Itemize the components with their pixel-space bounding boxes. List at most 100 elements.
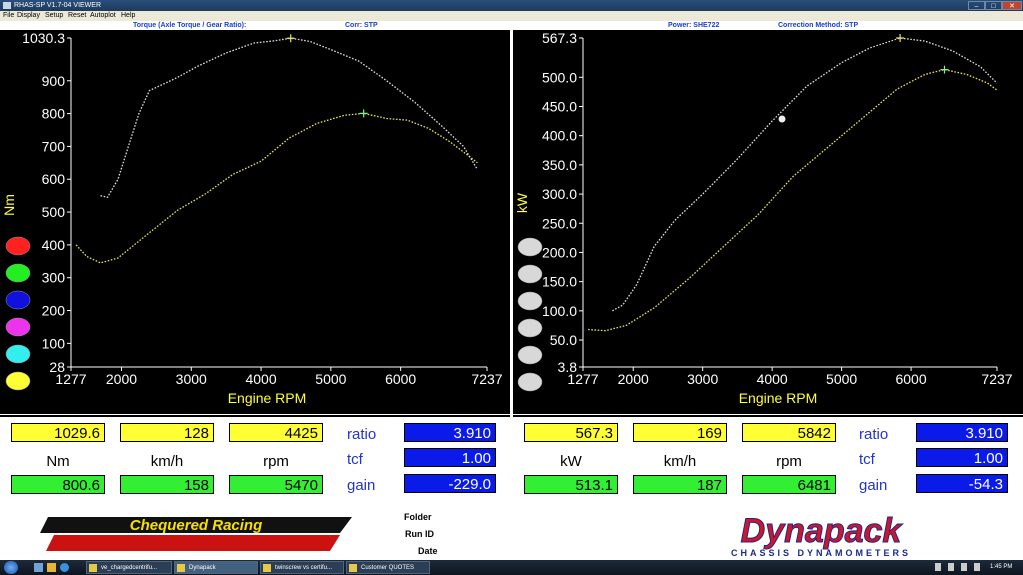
window-title: RHAS-SP V1.7-04 VIEWER (14, 2, 102, 9)
torque-chart[interactable]: 1030.3900800700600500400300200100281277 2… (0, 30, 510, 414)
legend-swatch-4 (5, 344, 31, 364)
right-rpm-label: rpm (776, 453, 802, 470)
logo-left-text: Chequered Racing (130, 517, 263, 534)
maximize-button[interactable]: □ (985, 1, 1002, 10)
right-speed-label: km/h (663, 453, 697, 470)
y-tick-label: 100.0 (542, 303, 577, 319)
right-ratio-label: ratio (859, 426, 889, 443)
explorer-icon[interactable] (47, 563, 56, 572)
y-tick-label: 567.3 (542, 30, 577, 46)
y-tick-label: 500.0 (542, 69, 577, 85)
task-item-label: twinscrew vs certifu... (275, 565, 333, 571)
minimize-button[interactable]: – (968, 1, 985, 10)
tray-icon[interactable] (948, 563, 954, 571)
menu-help[interactable]: Help (121, 11, 135, 21)
left-yellow-speed: 128 (120, 423, 214, 442)
left-green-rpm: 5470 (229, 475, 323, 494)
x-tick-label: 3000 (687, 371, 718, 387)
y-tick-label: 600 (42, 171, 66, 187)
left-corr-header: Corr: STP (345, 22, 378, 29)
task-item-2[interactable]: twinscrew vs certifu... (260, 561, 344, 574)
right-tcf-value[interactable]: 1.00 (916, 448, 1008, 467)
left-yellow-rpm: 4425 (229, 423, 323, 442)
footer: Chequered Racing Folder Run ID Date Dyna… (0, 509, 1023, 559)
y-tick-label: 350.0 (542, 157, 577, 173)
y-tick-label: 150.0 (542, 274, 577, 290)
legend-swatch-1 (517, 264, 543, 284)
x-tick-label: 4000 (757, 371, 788, 387)
legend-swatch-1 (5, 263, 31, 283)
left-tcf-value[interactable]: 1.00 (404, 448, 496, 467)
menu-autoplot[interactable]: Autoplot (90, 11, 116, 21)
menu-reset[interactable]: Reset (68, 11, 86, 21)
task-item-1[interactable]: Dynapack (174, 561, 258, 574)
left-green-speed: 158 (120, 475, 214, 494)
right-yellow-rpm: 5842 (742, 423, 836, 442)
folder-label: Folder (404, 512, 432, 522)
start-button[interactable] (4, 561, 18, 574)
task-item-label: ve_chargedcentrifu... (101, 565, 158, 571)
menu-file[interactable]: File (3, 11, 14, 21)
cursor-dot (778, 115, 786, 123)
left-ratio-value[interactable]: 3.910 (404, 423, 496, 442)
peak-marker-1 (359, 109, 368, 118)
peak-marker-1 (940, 65, 949, 74)
task-item-label: Customer QUOTES (361, 565, 415, 571)
menu-setup[interactable]: Setup (45, 11, 63, 21)
y-axis-label: Nm (1, 194, 17, 216)
logo-right-text: Dynapack (741, 512, 904, 550)
y-tick-label: 400.0 (542, 128, 577, 144)
browser-icon[interactable] (60, 563, 69, 572)
right-green-speed: 187 (633, 475, 727, 494)
right-green-value: 513.1 (524, 475, 618, 494)
app-icon (3, 2, 11, 9)
y-tick-label: 700 (42, 138, 66, 154)
x-tick-label: 5000 (315, 371, 346, 387)
network-icon[interactable] (974, 563, 980, 571)
power-chart[interactable]: 567.3 500.0 450.0 400.0 350.0 300.0 250.0 200.0… (513, 30, 1023, 414)
x-tick-label: 3000 (176, 371, 207, 387)
legend-swatch-3 (5, 317, 31, 337)
browser-tab-icon (263, 564, 271, 572)
y-tick-label: 200.0 (542, 244, 577, 260)
menu-display[interactable]: Display (17, 11, 40, 21)
folder-icon (349, 564, 357, 572)
y-tick-label: 400 (42, 237, 66, 253)
taskbar: ve_chargedcentrifu... Dynapack twinscrew… (0, 560, 1023, 575)
right-ratio-value[interactable]: 3.910 (916, 423, 1008, 442)
close-button[interactable]: ✕ (1002, 1, 1022, 10)
right-readout-panel: 567.3 169 5842 kW km/h rpm 513.1 187 648… (513, 415, 1023, 508)
peak-marker-0 (286, 34, 295, 43)
tray-icon[interactable] (935, 563, 941, 571)
right-yellow-speed: 169 (633, 423, 727, 442)
x-tick-label: 4000 (245, 371, 276, 387)
right-gain-label: gain (859, 477, 888, 494)
logo-right-sub: CHASSIS DYNAMOMETERS (731, 548, 911, 558)
series-line-0 (612, 37, 998, 312)
x-tick-label: 6000 (895, 371, 926, 387)
right-unit-label: kW (560, 453, 582, 470)
dynapack-logo: Dynapack CHASSIS DYNAMOMETERS (731, 512, 911, 558)
show-desktop-icon[interactable] (34, 563, 43, 572)
x-tick-label: 2000 (106, 371, 137, 387)
volume-icon[interactable] (961, 563, 967, 571)
chequered-racing-logo: Chequered Racing (40, 517, 352, 551)
y-axis-label: kW (514, 192, 530, 213)
right-header-bar (513, 21, 1023, 30)
task-item-3[interactable]: Customer QUOTES (346, 561, 430, 574)
left-ratio-label: ratio (347, 426, 377, 443)
y-tick-label: 100 (42, 335, 66, 351)
right-gain-value[interactable]: -54.3 (916, 474, 1008, 493)
y-tick-label: 450.0 (542, 98, 577, 114)
torque-header: Torque (Axle Torque / Gear Ratio): (133, 22, 247, 29)
correction-method-header: Correction Method: STP (778, 22, 859, 29)
y-tick-label: 300.0 (542, 186, 577, 202)
right-tcf-label: tcf (859, 451, 875, 468)
right-green-rpm: 6481 (742, 475, 836, 494)
task-item-label: Dynapack (189, 565, 216, 571)
task-item-0[interactable]: ve_chargedcentrifu... (86, 561, 172, 574)
legend-swatch-2 (517, 291, 543, 311)
series-line-1 (75, 112, 478, 264)
left-gain-value[interactable]: -229.0 (404, 474, 496, 493)
legend-swatch-0 (517, 237, 543, 257)
